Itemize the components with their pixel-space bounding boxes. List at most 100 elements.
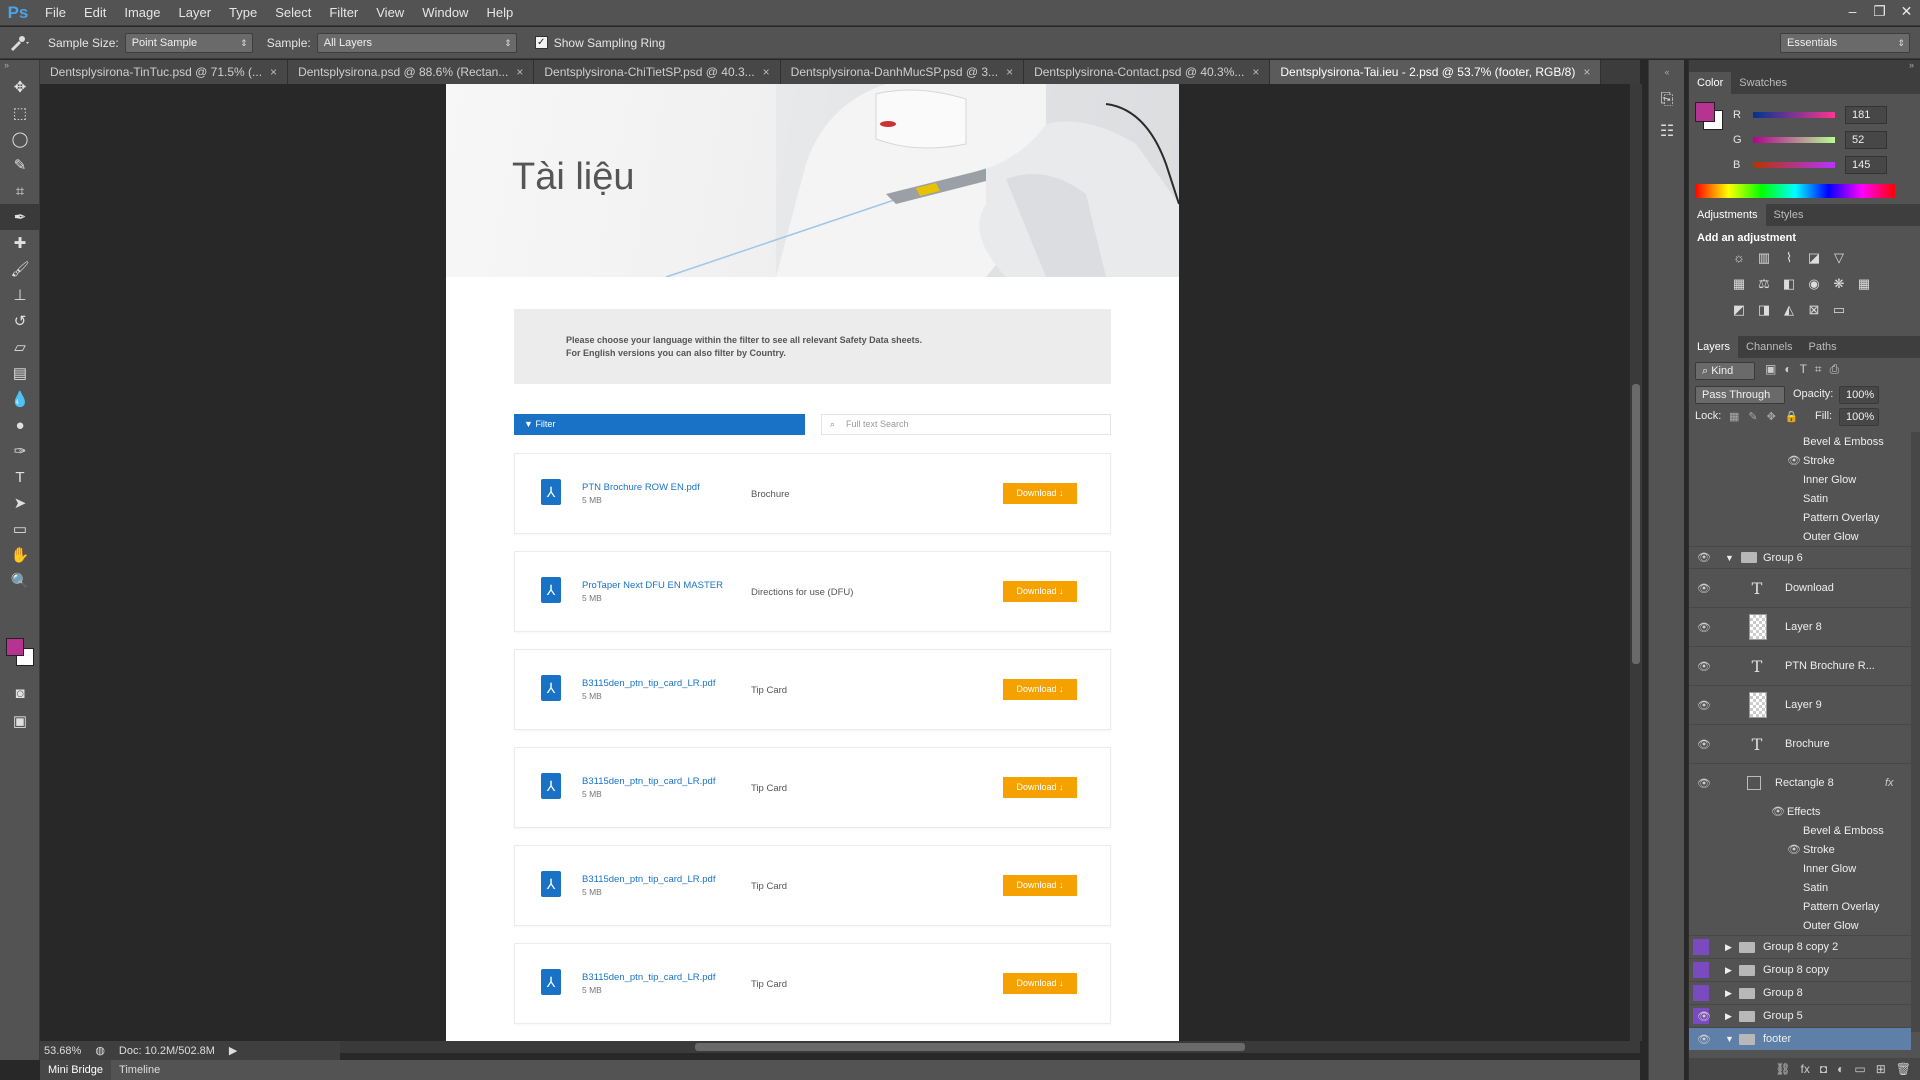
layer-9[interactable]: 👁 Layer 9 [1689, 685, 1911, 724]
add-mask-icon[interactable]: ◘ [1820, 1058, 1827, 1080]
layer-group-8-copy-2[interactable]: ▶ Group 8 copy 2 [1689, 935, 1911, 958]
file-name-link[interactable]: B3115den_ptn_tip_card_LR.pdf [582, 972, 715, 983]
brightness-icon[interactable]: ☼ [1727, 250, 1751, 266]
dodge-tool-icon[interactable]: ● [0, 412, 40, 438]
type-tool-icon[interactable]: T [0, 464, 40, 490]
status-menu-arrow-icon[interactable]: ▶ [229, 1044, 237, 1057]
layer-filter-icons[interactable]: ▣◐T⌗⎙ [1765, 362, 1847, 377]
levels-icon[interactable]: ▥ [1752, 250, 1776, 266]
layer-group-5[interactable]: 👁 ▶ Group 5 [1689, 1004, 1911, 1027]
document-canvas[interactable]: Tài liệu Please choose your language wit… [446, 84, 1179, 1041]
layer-effect[interactable]: Pattern Overlay [1689, 508, 1911, 527]
stamp-tool-icon[interactable]: ⊥ [0, 282, 40, 308]
menu-view[interactable]: View [367, 0, 413, 26]
tab-layers[interactable]: Layers [1689, 336, 1739, 358]
close-tab-icon[interactable]: × [270, 60, 277, 84]
tab-timeline[interactable]: Timeline [111, 1060, 168, 1080]
menu-filter[interactable]: Filter [320, 0, 367, 26]
filter-button[interactable]: ▼ Filter [514, 414, 805, 435]
file-name-link[interactable]: PTN Brochure ROW EN.pdf [582, 482, 700, 493]
sample-select[interactable]: All Layers [316, 32, 517, 53]
horizontal-scrollbar[interactable] [340, 1041, 1640, 1053]
tab-adjustments[interactable]: Adjustments [1689, 204, 1766, 226]
gradient-map-icon[interactable]: ▭ [1827, 302, 1851, 318]
file-name-link[interactable]: ProTaper Next DFU EN MASTER [582, 580, 723, 591]
photo-filter-icon[interactable]: ◉ [1802, 276, 1826, 292]
foreground-color-swatch[interactable] [6, 638, 24, 656]
black-white-icon[interactable]: ◧ [1777, 276, 1801, 292]
scroll-thumb[interactable] [695, 1043, 1245, 1051]
healing-brush-tool-icon[interactable]: ✚ [0, 230, 40, 256]
eye-icon[interactable]: 👁 [1697, 551, 1711, 564]
properties-panel-icon[interactable]: ☷ [1649, 116, 1685, 148]
fx-icon[interactable]: fx [1885, 777, 1894, 789]
color-balance-icon[interactable]: ⚖ [1752, 276, 1776, 292]
vibrance-icon[interactable]: ▽ [1827, 250, 1851, 266]
layer-group-8[interactable]: ▶ Group 8 [1689, 981, 1911, 1004]
eye-icon[interactable]: 👁 [1697, 660, 1711, 673]
download-button[interactable]: Download ↓ [1003, 875, 1077, 896]
new-group-icon[interactable]: ▭ [1854, 1058, 1865, 1080]
layer-group-6[interactable]: 👁 ▼ Group 6 [1689, 546, 1911, 568]
download-button[interactable]: Download ↓ [1003, 581, 1077, 602]
layer-group-8-copy[interactable]: ▶ Group 8 copy [1689, 958, 1911, 981]
lock-icons[interactable]: ▦✎✥🔒 [1729, 410, 1808, 423]
minimize-button[interactable]: – [1839, 0, 1866, 26]
doc-tab[interactable]: Dentsplysirona-DanhMucSP.psd @ 3... × [780, 60, 1025, 84]
tab-styles[interactable]: Styles [1766, 204, 1812, 226]
close-button[interactable]: ✕ [1893, 0, 1920, 26]
layer-rectangle-8[interactable]: 👁 Rectangle 8 fx [1689, 763, 1911, 802]
layer-group-footer[interactable]: 👁 ▼ footer [1689, 1027, 1911, 1050]
add-style-icon[interactable]: fx [1801, 1058, 1810, 1080]
doc-tab[interactable]: Dentsplysirona-TinTuc.psd @ 71.5% (... × [40, 60, 289, 84]
tab-color[interactable]: Color [1689, 72, 1732, 94]
eye-icon[interactable]: 👁 [1697, 582, 1711, 595]
layer-effect[interactable]: Pattern Overlay [1689, 897, 1911, 916]
expand-arrow-icon[interactable]: ▶ [1725, 942, 1732, 953]
layer-effect[interactable]: Bevel & Emboss [1689, 432, 1911, 451]
zoom-tool-icon[interactable]: 🔍 [0, 568, 40, 594]
eye-icon[interactable]: 👁 [1771, 805, 1785, 818]
layer-effect[interactable]: Outer Glow [1689, 527, 1911, 546]
exposure-icon[interactable]: ◪ [1802, 250, 1826, 266]
zoom-level[interactable]: 53.68% [44, 1045, 81, 1057]
delete-layer-icon[interactable]: 🗑 [1896, 1058, 1911, 1080]
new-adjustment-icon[interactable]: ◐ [1837, 1058, 1844, 1080]
red-value-input[interactable]: 181 [1845, 106, 1887, 124]
threshold-icon[interactable]: ◭ [1777, 302, 1801, 318]
pen-tool-icon[interactable]: ✑ [0, 438, 40, 464]
eye-icon[interactable]: 👁 [1697, 1033, 1711, 1046]
blur-tool-icon[interactable]: 💧 [0, 386, 40, 412]
channel-mixer-icon[interactable]: ❋ [1827, 276, 1851, 292]
doc-tab-active[interactable]: Dentsplysirona-Tai.ieu - 2.psd @ 53.7% (… [1270, 60, 1602, 84]
doc-tab[interactable]: Dentsplysirona-ChiTietSP.psd @ 40.3... × [534, 60, 781, 84]
workspace-select[interactable]: Essentials [1780, 33, 1910, 53]
quick-select-tool-icon[interactable]: ✎ [0, 152, 40, 178]
layer-effect[interactable]: Outer Glow [1689, 916, 1911, 935]
color-lookup-icon[interactable]: ▦ [1852, 276, 1876, 292]
layer-effect[interactable]: Satin [1689, 489, 1911, 508]
menu-type[interactable]: Type [220, 0, 266, 26]
file-name-link[interactable]: B3115den_ptn_tip_card_LR.pdf [582, 776, 715, 787]
search-input[interactable]: ⌕ Full text Search [821, 414, 1111, 435]
opacity-input[interactable]: 100% [1839, 386, 1879, 404]
history-brush-tool-icon[interactable]: ↺ [0, 308, 40, 334]
posterize-icon[interactable]: ◨ [1752, 302, 1776, 318]
status-info-icon[interactable]: ◍ [95, 1044, 105, 1057]
hand-tool-icon[interactable]: ✋ [0, 542, 40, 568]
layer-effect[interactable]: Satin [1689, 878, 1911, 897]
blend-mode-select[interactable]: Pass Through [1695, 386, 1785, 404]
expand-arrow-icon[interactable]: ▼ [1725, 553, 1734, 563]
path-select-tool-icon[interactable]: ➤ [0, 490, 40, 516]
lasso-tool-icon[interactable]: ◯ [0, 126, 40, 152]
expand-arrow-icon[interactable]: ▼ [1725, 1034, 1734, 1044]
link-layers-icon[interactable]: ⛓ [1775, 1058, 1790, 1080]
gradient-tool-icon[interactable]: ▤ [0, 360, 40, 386]
download-button[interactable]: Download ↓ [1003, 679, 1077, 700]
menu-help[interactable]: Help [477, 0, 522, 26]
eye-icon[interactable]: 👁 [1787, 454, 1801, 467]
eyedropper-tool-icon[interactable]: ✒ [0, 204, 40, 230]
scroll-thumb[interactable] [1632, 384, 1640, 664]
layer-effect[interactable]: Inner Glow [1689, 859, 1911, 878]
tab-swatches[interactable]: Swatches [1731, 72, 1795, 94]
